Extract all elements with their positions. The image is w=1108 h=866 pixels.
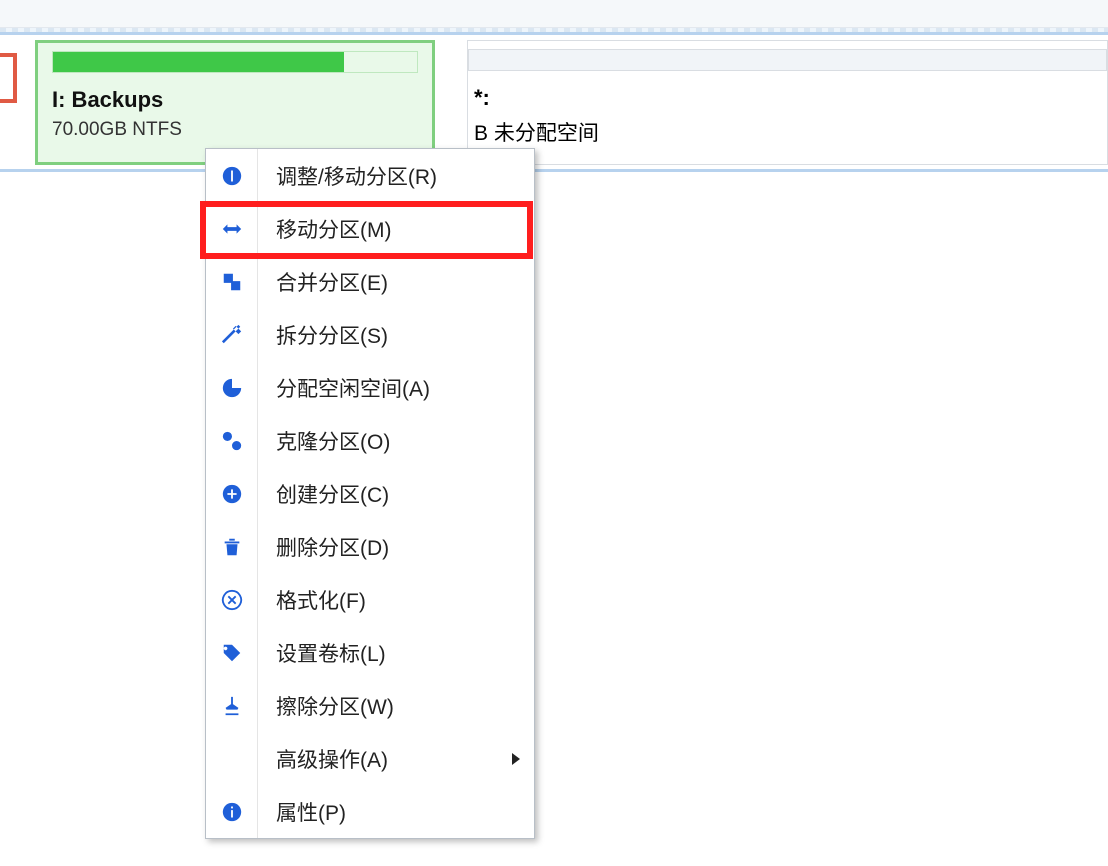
submenu-arrow-icon — [512, 753, 520, 765]
resize-icon — [206, 149, 258, 202]
menu-label: 移动分区(M) — [258, 214, 534, 244]
blank-icon — [206, 732, 258, 785]
partition-card-i[interactable]: I: Backups 70.00GB NTFS — [35, 40, 435, 165]
trash-icon — [206, 520, 258, 573]
move-icon — [206, 202, 258, 255]
create-icon — [206, 467, 258, 520]
menu-create[interactable]: 创建分区(C) — [206, 467, 534, 520]
usage-fill — [53, 52, 344, 72]
context-menu: 调整/移动分区(R) 移动分区(M) 合并分区(E) 拆分分区(S) 分配空闲空… — [205, 148, 535, 839]
info-icon — [206, 785, 258, 838]
menu-label: 分配空闲空间(A) — [258, 373, 534, 403]
wipe-icon — [206, 679, 258, 732]
menu-label: 擦除分区(W) — [258, 691, 534, 721]
menu-delete[interactable]: 删除分区(D) — [206, 520, 534, 573]
tag-icon — [206, 626, 258, 679]
menu-wipe[interactable]: 擦除分区(W) — [206, 679, 534, 732]
menu-label: 创建分区(C) — [258, 479, 534, 509]
menu-label: 属性(P) — [258, 797, 534, 827]
menu-label: 删除分区(D) — [258, 532, 534, 562]
menu-format[interactable]: 格式化(F) — [206, 573, 534, 626]
format-icon — [206, 573, 258, 626]
unallocated-block[interactable]: *: B 未分配空间 — [467, 40, 1108, 165]
menu-set-label[interactable]: 设置卷标(L) — [206, 626, 534, 679]
clone-icon — [206, 414, 258, 467]
titlebar — [0, 0, 1108, 28]
pie-icon — [206, 361, 258, 414]
menu-allocate[interactable]: 分配空闲空间(A) — [206, 361, 534, 414]
menu-label: 拆分分区(S) — [258, 320, 534, 350]
menu-advanced[interactable]: 高级操作(A) — [206, 732, 534, 785]
disk-map-row: I: Backups 70.00GB NTFS *: B 未分配空间 — [0, 32, 1108, 172]
menu-merge[interactable]: 合并分区(E) — [206, 255, 534, 308]
usage-bar — [52, 51, 418, 73]
menu-split[interactable]: 拆分分区(S) — [206, 308, 534, 361]
menu-label: 调整/移动分区(R) — [258, 161, 534, 191]
menu-label: 克隆分区(O) — [258, 426, 534, 456]
menu-properties[interactable]: 属性(P) — [206, 785, 534, 838]
menu-label: 设置卷标(L) — [258, 638, 534, 668]
menu-resize-move[interactable]: 调整/移动分区(R) — [206, 149, 534, 202]
menu-label: 合并分区(E) — [258, 267, 534, 297]
selected-prev-fragment — [0, 53, 17, 103]
partition-title: I: Backups — [52, 87, 418, 113]
menu-move[interactable]: 移动分区(M) — [206, 202, 534, 255]
menu-label: 高级操作(A) — [258, 744, 512, 774]
menu-clone[interactable]: 克隆分区(O) — [206, 414, 534, 467]
split-icon — [206, 308, 258, 361]
unalloc-detail: B 未分配空间 — [474, 117, 1107, 147]
merge-icon — [206, 255, 258, 308]
unalloc-drive: *: — [474, 85, 1107, 111]
unalloc-bar — [468, 49, 1107, 71]
menu-label: 格式化(F) — [258, 585, 534, 615]
partition-detail: 70.00GB NTFS — [52, 119, 418, 141]
